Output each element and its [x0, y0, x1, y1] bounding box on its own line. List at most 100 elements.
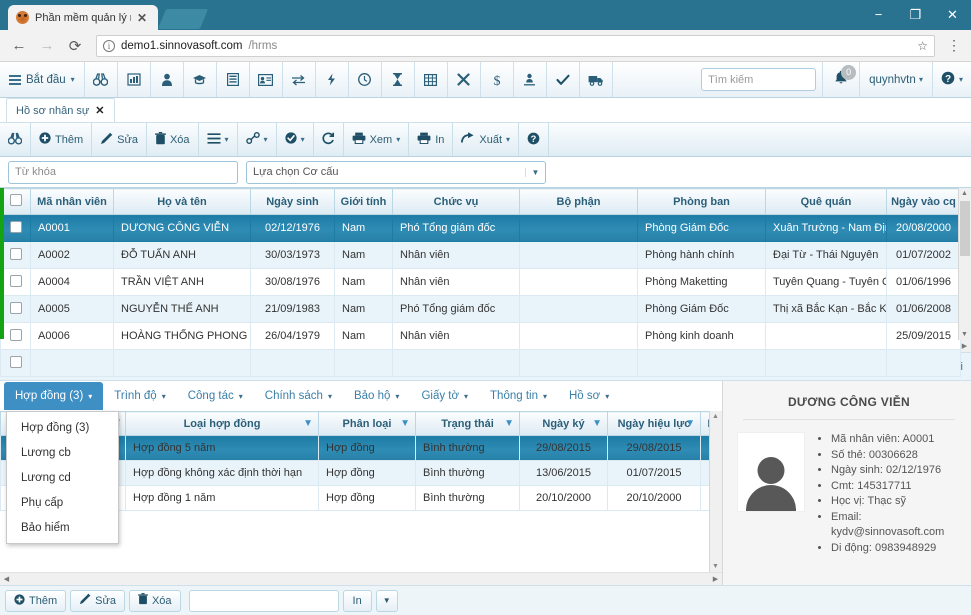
detail-search-input[interactable] [189, 590, 339, 612]
keyword-input[interactable]: Từ khóa [8, 161, 238, 184]
export-menu-button[interactable]: Xuất ▾ [453, 123, 519, 156]
table-module-icon[interactable] [415, 62, 448, 97]
col-phan-loai[interactable]: Phân loại▼ [319, 412, 416, 436]
scroll-down-icon[interactable]: ▼ [712, 563, 719, 570]
hourglass-module-icon[interactable] [382, 62, 415, 97]
binoculars-module-icon[interactable] [85, 62, 118, 97]
col-trang-thai[interactable]: Trạng thái▼ [416, 412, 520, 436]
row-checkbox[interactable] [10, 221, 22, 233]
transfer-module-icon[interactable] [283, 62, 316, 97]
org-module-icon[interactable] [514, 62, 547, 97]
tab-ho-so[interactable]: Hồ sơ ▾ [558, 382, 620, 410]
add-button[interactable]: Thêm [31, 123, 92, 156]
row-checkbox[interactable] [10, 329, 22, 341]
delete-button[interactable]: Xóa [147, 123, 199, 156]
browser-tab[interactable]: Phần mềm quản lý ngườ ✕ [8, 5, 158, 30]
approve-menu-button[interactable]: ▾ [277, 123, 314, 156]
site-info-icon[interactable]: i [103, 40, 115, 52]
reload-icon[interactable]: ⟳ [62, 33, 88, 59]
table-row[interactable]: A0002 ĐỖ TUẤN ANH 30/03/1973 Nam Nhân vi… [1, 242, 961, 269]
scroll-down-icon[interactable]: ▼ [961, 331, 968, 338]
maximize-button[interactable]: ❐ [897, 0, 934, 29]
row-checkbox[interactable] [10, 275, 22, 287]
detail-add-button[interactable]: Thêm [5, 590, 66, 612]
menu-item-bao-hiem[interactable]: Bảo hiểm [7, 515, 118, 540]
person-module-icon[interactable] [151, 62, 184, 97]
tab-trinh-do[interactable]: Trình độ ▾ [103, 382, 176, 410]
tab-giay-to[interactable]: Giấy tờ ▾ [410, 382, 479, 410]
col-ngay-vao-cq[interactable]: Ngày vào cq [887, 189, 961, 215]
tab-close-icon[interactable]: ✕ [137, 11, 147, 25]
scroll-thumb[interactable] [960, 201, 970, 256]
view-menu-button[interactable]: Xem ▾ [344, 123, 410, 156]
list-menu-button[interactable]: ▾ [199, 123, 238, 156]
app-tab-close-icon[interactable]: ✕ [95, 104, 104, 117]
col-ho-va-ten[interactable]: Họ và tên [114, 189, 251, 215]
refresh-button[interactable] [314, 123, 344, 156]
menu-item-luong-cb[interactable]: Lương cb [7, 440, 118, 465]
table-row[interactable] [1, 350, 961, 377]
notifications-button[interactable]: 0 [822, 62, 860, 98]
scroll-up-icon[interactable]: ▲ [712, 413, 719, 420]
help-menu-button[interactable]: ? ▾ [933, 62, 971, 98]
col-phong-ban[interactable]: Phòng ban [638, 189, 766, 215]
menu-item-hop-dong[interactable]: Hợp đồng (3) [7, 415, 118, 440]
row-checkbox[interactable] [10, 248, 22, 260]
dollar-module-icon[interactable]: $ [481, 62, 514, 97]
edit-button[interactable]: Sửa [92, 123, 147, 156]
link-menu-button[interactable]: ▾ [238, 123, 277, 156]
tab-chinh-sach[interactable]: Chính sách ▾ [254, 382, 343, 410]
back-icon[interactable]: ← [6, 33, 32, 59]
app-tab-ho-so-nhan-su[interactable]: Hồ sơ nhân sự ✕ [6, 98, 115, 122]
start-menu-button[interactable]: Bắt đầu ▾ [0, 62, 85, 97]
col-ngay-hieu-luc[interactable]: Ngày hiệu lực▼ [608, 412, 701, 436]
row-checkbox[interactable] [10, 356, 22, 368]
row-checkbox[interactable] [10, 302, 22, 314]
check-module-icon[interactable] [547, 62, 580, 97]
print-button[interactable]: In [409, 123, 453, 156]
find-button[interactable] [0, 123, 31, 156]
filter-icon[interactable]: ▼ [685, 418, 695, 429]
col-ma-nhan-vien[interactable]: Mã nhân viên [31, 189, 114, 215]
tab-cong-tac[interactable]: Công tác ▾ [177, 382, 254, 410]
tab-hop-dong[interactable]: Hợp đồng (3) ▾ [4, 382, 103, 410]
scroll-left-icon[interactable]: ◀ [0, 575, 13, 583]
menu-item-luong-cd[interactable]: Lương cd [7, 465, 118, 490]
truck-module-icon[interactable] [580, 62, 613, 97]
address-bar[interactable]: i demo1.sinnovasoft.com/hrms ☆ [96, 35, 935, 57]
clock-module-icon[interactable] [349, 62, 382, 97]
graduation-module-icon[interactable] [184, 62, 217, 97]
col-ngay-sinh[interactable]: Ngày sinh [251, 189, 335, 215]
contract-horizontal-scrollbar[interactable]: ◀ ▶ [0, 572, 722, 585]
table-row[interactable]: A0004 TRẦN VIỆT ANH 30/08/1976 Nam Nhân … [1, 269, 961, 296]
lightning-module-icon[interactable] [316, 62, 349, 97]
select-all-checkbox[interactable] [10, 194, 22, 206]
tab-thong-tin[interactable]: Thông tin ▾ [479, 382, 558, 410]
filter-icon[interactable]: ▼ [303, 418, 313, 429]
tab-bao-ho[interactable]: Bảo hộ ▾ [343, 382, 410, 410]
filter-icon[interactable]: ▼ [504, 418, 514, 429]
contract-dropdown-menu[interactable]: Hợp đồng (3) Lương cb Lương cd Phụ cấp B… [6, 411, 119, 544]
scroll-up-icon[interactable]: ▲ [961, 190, 968, 197]
chart-module-icon[interactable] [118, 62, 151, 97]
scroll-right-icon[interactable]: ▶ [709, 575, 722, 583]
minimize-button[interactable]: − [860, 0, 897, 29]
form-module-icon[interactable] [217, 62, 250, 97]
table-row[interactable]: A0001 DƯƠNG CÔNG VIỄN 02/12/1976 Nam Phó… [1, 215, 961, 242]
new-tab-button[interactable] [158, 9, 208, 29]
structure-select[interactable]: Lựa chọn Cơ cấu ▼ [246, 161, 546, 184]
col-loai-hop-dong[interactable]: Loại hợp đồng▼ [126, 412, 319, 436]
expand-module-icon[interactable] [448, 62, 481, 97]
filter-icon[interactable]: ▼ [592, 418, 602, 429]
browser-menu-icon[interactable]: ⋮ [943, 33, 965, 59]
user-menu-button[interactable]: quynhvtn ▾ [860, 62, 933, 98]
global-search-input[interactable]: Tìm kiếm [701, 68, 816, 91]
menu-item-phu-cap[interactable]: Phụ cấp [7, 490, 118, 515]
idcard-module-icon[interactable] [250, 62, 283, 97]
col-chuc-vu[interactable]: Chức vụ [393, 189, 520, 215]
detail-edit-button[interactable]: Sửa [70, 590, 125, 612]
filter-icon[interactable]: ▼ [400, 418, 410, 429]
detail-delete-button[interactable]: Xóa [129, 590, 181, 612]
col-que-quan[interactable]: Quê quán [766, 189, 887, 215]
grid-vertical-scrollbar[interactable]: ▲ ▼ [958, 188, 971, 340]
